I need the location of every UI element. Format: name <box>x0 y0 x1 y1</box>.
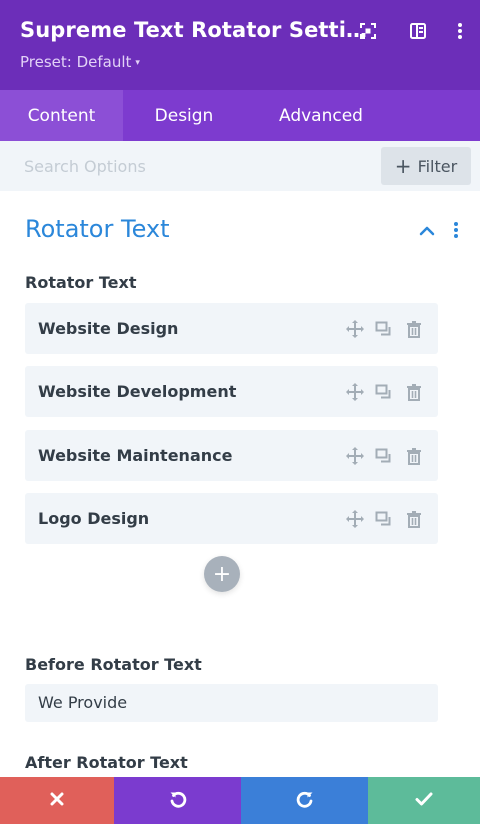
tab-content[interactable]: Content <box>0 90 123 141</box>
section-title[interactable]: Rotator Text <box>25 215 170 243</box>
rotator-item[interactable]: Website Maintenance <box>25 430 438 481</box>
tab-advanced[interactable]: Advanced <box>245 90 397 141</box>
trash-icon[interactable] <box>405 320 423 338</box>
duplicate-icon[interactable] <box>375 320 393 338</box>
duplicate-icon[interactable] <box>375 383 393 401</box>
before-rotator-text-label: Before Rotator Text <box>25 655 202 674</box>
rotator-item-label: Website Development <box>38 382 237 401</box>
tab-label: Design <box>154 105 214 126</box>
rotator-item[interactable]: Website Development <box>25 366 438 417</box>
rotator-item-label: Website Design <box>38 319 179 338</box>
rotator-text-label: Rotator Text <box>25 273 137 292</box>
more-options-icon[interactable] <box>449 20 471 42</box>
move-icon[interactable] <box>346 383 364 401</box>
tab-bar: Content Design Advanced <box>0 90 480 141</box>
move-icon[interactable] <box>346 320 364 338</box>
discard-button[interactable] <box>0 777 114 824</box>
save-button[interactable] <box>368 777 480 824</box>
move-icon[interactable] <box>346 447 364 465</box>
caret-down-icon: ▾ <box>135 58 140 68</box>
trash-icon[interactable] <box>405 383 423 401</box>
undo-button[interactable] <box>114 777 241 824</box>
trash-icon[interactable] <box>405 510 423 528</box>
plus-icon: + <box>212 561 232 587</box>
after-rotator-text-label: After Rotator Text <box>25 753 188 772</box>
preset-selector[interactable]: Preset: Default ▾ <box>20 53 140 71</box>
before-rotator-text-input[interactable]: We Provide <box>25 684 438 722</box>
tab-label: Content <box>27 105 96 126</box>
redo-icon <box>296 790 314 812</box>
modal-header: Supreme Text Rotator Setti… Preset: Defa… <box>0 0 480 90</box>
preset-label: Preset: Default <box>20 53 132 71</box>
checkmark-icon <box>415 791 433 810</box>
duplicate-icon[interactable] <box>375 447 393 465</box>
trash-icon[interactable] <box>405 447 423 465</box>
action-bar <box>0 777 480 824</box>
filter-label: Filter <box>417 156 458 176</box>
duplicate-icon[interactable] <box>375 510 393 528</box>
modal-title: Supreme Text Rotator Setti… <box>20 18 368 42</box>
undo-icon <box>169 790 187 812</box>
close-icon <box>50 791 64 810</box>
sidebar-layout-icon[interactable] <box>407 20 429 42</box>
add-item-button[interactable]: + <box>204 556 240 592</box>
tab-label: Advanced <box>279 105 363 126</box>
rotator-item-label: Logo Design <box>38 509 150 528</box>
rotator-item[interactable]: Website Design <box>25 303 438 354</box>
expand-icon[interactable] <box>357 20 379 42</box>
search-input[interactable]: Search Options <box>24 157 146 176</box>
filter-button[interactable]: + Filter <box>381 147 471 185</box>
redo-button[interactable] <box>241 777 368 824</box>
section-menu-icon[interactable] <box>449 221 463 241</box>
chevron-up-icon[interactable] <box>417 223 437 239</box>
plus-icon: + <box>394 154 412 178</box>
move-icon[interactable] <box>346 510 364 528</box>
rotator-item[interactable]: Logo Design <box>25 493 438 544</box>
rotator-item-label: Website Maintenance <box>38 446 233 465</box>
tab-design[interactable]: Design <box>123 90 245 141</box>
